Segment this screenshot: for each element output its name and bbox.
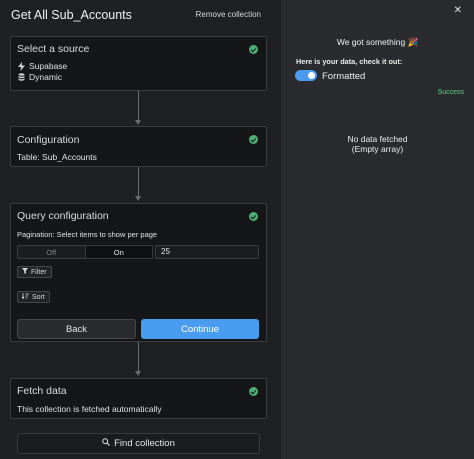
step-connector — [138, 342, 139, 372]
configuration-card[interactable]: Configuration Table: Sub_Accounts — [10, 126, 267, 167]
items-per-page-input[interactable]: 25 — [155, 245, 259, 259]
find-collection-button[interactable]: Find collection — [17, 433, 260, 454]
source-item-label: Dynamic — [29, 72, 63, 82]
arrow-down-icon — [135, 371, 141, 376]
step-connector — [138, 167, 139, 197]
fetch-card-title: Fetch data — [17, 385, 67, 397]
fetch-data-card[interactable]: Fetch data This collection is fetched au… — [10, 378, 267, 419]
source-card-title: Select a source — [17, 43, 90, 55]
query-configuration-card: Query configuration Pagination: Select i… — [10, 203, 267, 342]
sort-icon — [21, 293, 29, 301]
empty-state-line: (Empty array) — [351, 144, 404, 154]
result-panel: ✕ We got something 🎉 Here is your data, … — [281, 0, 474, 459]
filter-label: Filter — [31, 268, 47, 276]
formatted-toggle[interactable] — [295, 70, 317, 81]
source-card[interactable]: Select a source Supabase Dynamic — [10, 36, 267, 91]
continue-button[interactable]: Continue — [141, 319, 259, 339]
empty-state: No data fetched (Empty array) — [281, 134, 474, 154]
find-collection-label: Find collection — [114, 438, 175, 449]
result-title: We got something 🎉 — [336, 37, 419, 47]
check-icon — [249, 387, 258, 396]
check-icon — [249, 45, 258, 54]
arrow-down-icon — [135, 196, 141, 201]
builder-panel: Get All Sub_Accounts Remove collection S… — [0, 0, 281, 459]
formatted-label: Formatted — [322, 71, 366, 82]
pagination-label: Pagination: Select items to show per pag… — [17, 230, 158, 239]
page-title: Get All Sub_Accounts — [11, 8, 132, 22]
remove-collection-button[interactable]: Remove collection — [196, 10, 261, 19]
sort-label: Sort — [32, 293, 45, 301]
search-icon — [102, 438, 111, 449]
back-button[interactable]: Back — [17, 319, 136, 339]
supabase-icon — [17, 61, 25, 71]
empty-state-line: No data fetched — [347, 134, 408, 144]
check-icon — [249, 212, 258, 221]
pagination-off-option[interactable]: Off — [18, 246, 85, 258]
database-icon — [17, 73, 25, 82]
pagination-on-option[interactable]: On — [84, 246, 152, 258]
close-icon[interactable]: ✕ — [454, 5, 462, 16]
pagination-toggle: Off On — [17, 245, 153, 259]
source-item-supabase: Supabase — [17, 61, 67, 71]
sort-button[interactable]: Sort — [17, 291, 50, 303]
status-badge: Success — [437, 89, 464, 96]
source-item-dynamic: Dynamic — [17, 72, 62, 82]
filter-icon — [22, 268, 28, 276]
source-item-label: Supabase — [29, 61, 68, 71]
configuration-card-title: Configuration — [17, 134, 80, 146]
check-icon — [249, 135, 258, 144]
result-subtitle: Here is your data, check it out: — [296, 57, 403, 66]
configuration-table: Table: Sub_Accounts — [17, 152, 97, 162]
filter-button[interactable]: Filter — [17, 266, 52, 278]
step-connector — [138, 91, 139, 121]
query-card-title: Query configuration — [17, 210, 109, 222]
fetch-description: This collection is fetched automatically — [17, 404, 162, 414]
arrow-down-icon — [135, 120, 141, 125]
